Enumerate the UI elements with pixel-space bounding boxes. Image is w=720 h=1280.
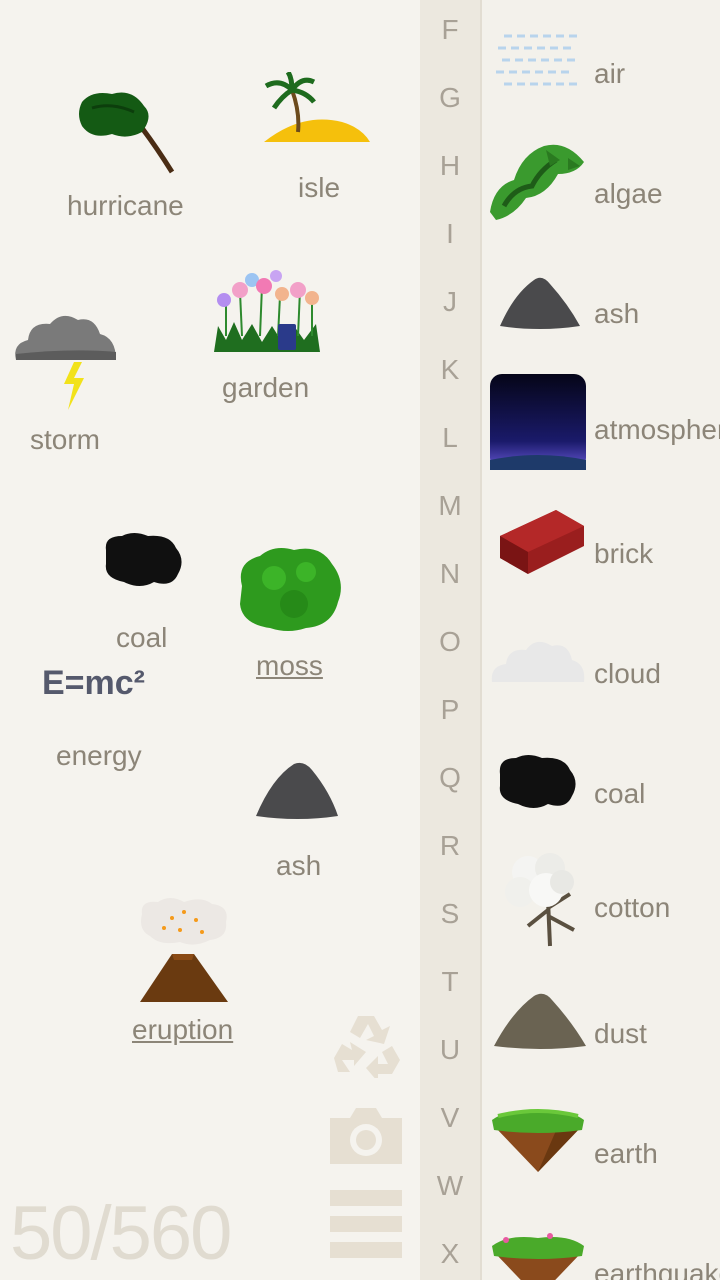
library-label-ash: ash [594, 298, 640, 329]
isle-icon [264, 70, 370, 142]
library-item-earthquake[interactable]: earthquake [482, 1216, 720, 1280]
element-label-isle: isle [298, 172, 341, 203]
letter-x[interactable]: X [420, 1238, 480, 1270]
library-label-cloud: cloud [594, 658, 661, 689]
letter-u[interactable]: U [420, 1034, 480, 1066]
moss-icon [240, 548, 341, 631]
letter-t[interactable]: T [420, 966, 480, 998]
dust-icon [494, 993, 586, 1049]
element-label-ash: ash [276, 850, 322, 881]
letter-w[interactable]: W [420, 1170, 480, 1202]
menu-icon [330, 1190, 402, 1258]
library-item-ash[interactable]: ash [482, 256, 720, 366]
library-item-algae[interactable]: algae [482, 136, 720, 246]
cloud-icon [491, 641, 585, 682]
letter-m[interactable]: M [420, 490, 480, 522]
hurricane-icon [79, 92, 175, 174]
library-label-brick: brick [594, 538, 654, 569]
coal-icon [499, 755, 576, 808]
storm-icon [15, 315, 117, 410]
element-label-storm: storm [30, 424, 100, 455]
eruption-icon [140, 898, 228, 1002]
element-label-hurricane: hurricane [67, 190, 184, 221]
letter-l[interactable]: L [420, 422, 480, 454]
element-eruption[interactable] [136, 896, 232, 1006]
library-item-dust[interactable]: dust [482, 976, 720, 1086]
library-item-air[interactable]: air [482, 16, 720, 126]
library-item-earth[interactable]: earth [482, 1096, 720, 1206]
library-item-cloud[interactable]: cloud [482, 616, 720, 726]
earthquake-icon [492, 1233, 584, 1280]
element-storm[interactable] [12, 308, 122, 413]
element-hurricane[interactable] [72, 88, 182, 178]
letter-f[interactable]: F [420, 14, 480, 46]
library-label-earth: earth [594, 1138, 658, 1169]
library-item-coal[interactable]: coal [482, 736, 720, 846]
library-label-cotton: cotton [594, 892, 671, 923]
library-label-earthquake: earthquake [594, 1258, 720, 1280]
library-label-atmosphere: atmosphere [594, 414, 720, 445]
menu-button[interactable] [330, 1188, 402, 1260]
element-moss[interactable] [234, 542, 346, 634]
element-garden[interactable] [212, 266, 324, 356]
letter-p[interactable]: P [420, 694, 480, 726]
energy-icon[interactable]: E=mc² [42, 664, 145, 703]
camera-button[interactable] [330, 1106, 402, 1166]
letter-g[interactable]: G [420, 82, 480, 114]
letter-j[interactable]: J [420, 286, 480, 318]
letter-r[interactable]: R [420, 830, 480, 862]
algae-icon [490, 144, 584, 220]
letter-h[interactable]: H [420, 150, 480, 182]
library-item-cotton[interactable]: cotton [482, 850, 720, 960]
letter-n[interactable]: N [420, 558, 480, 590]
workspace[interactable]: hurricane isle storm garden coal moss E=… [0, 0, 420, 1280]
letter-o[interactable]: O [420, 626, 480, 658]
element-label-energy: energy [56, 740, 142, 771]
element-counter: 50/560 [10, 1191, 232, 1276]
library-label-dust: dust [594, 1018, 647, 1049]
air-icon [496, 34, 582, 86]
letter-k[interactable]: K [420, 354, 480, 386]
letter-i[interactable]: I [420, 218, 480, 250]
element-label-moss: moss [256, 650, 323, 681]
coal-icon [105, 533, 182, 586]
brick-icon [500, 510, 584, 574]
earth-icon [492, 1109, 584, 1172]
letter-s[interactable]: S [420, 898, 480, 930]
element-label-garden: garden [222, 372, 310, 403]
library-item-atmosphere[interactable]: atmosphere [482, 372, 720, 482]
letter-index[interactable]: F G H I J K L M N O P Q R S T U V W X [420, 0, 480, 1280]
element-ash[interactable] [254, 758, 340, 820]
element-library[interactable]: air algae ash atmosphere [482, 0, 720, 1280]
ash-icon [256, 762, 338, 819]
element-isle[interactable] [262, 70, 372, 152]
element-label-coal: coal [116, 622, 168, 653]
cotton-icon [505, 853, 575, 947]
letter-q[interactable]: Q [420, 762, 480, 794]
element-label-eruption: eruption [132, 1014, 234, 1045]
letter-v[interactable]: V [420, 1102, 480, 1134]
library-label-air: air [594, 58, 626, 89]
recycle-button[interactable] [330, 1012, 402, 1082]
garden-icon [214, 270, 320, 352]
atmosphere-icon [490, 374, 586, 470]
library-item-brick[interactable]: brick [482, 496, 720, 606]
library-label-coal: coal [594, 778, 646, 809]
element-coal[interactable] [100, 530, 186, 590]
ash-icon [500, 277, 580, 329]
recycle-icon [334, 1016, 400, 1082]
camera-icon [330, 1108, 402, 1164]
library-label-algae: algae [594, 178, 663, 209]
